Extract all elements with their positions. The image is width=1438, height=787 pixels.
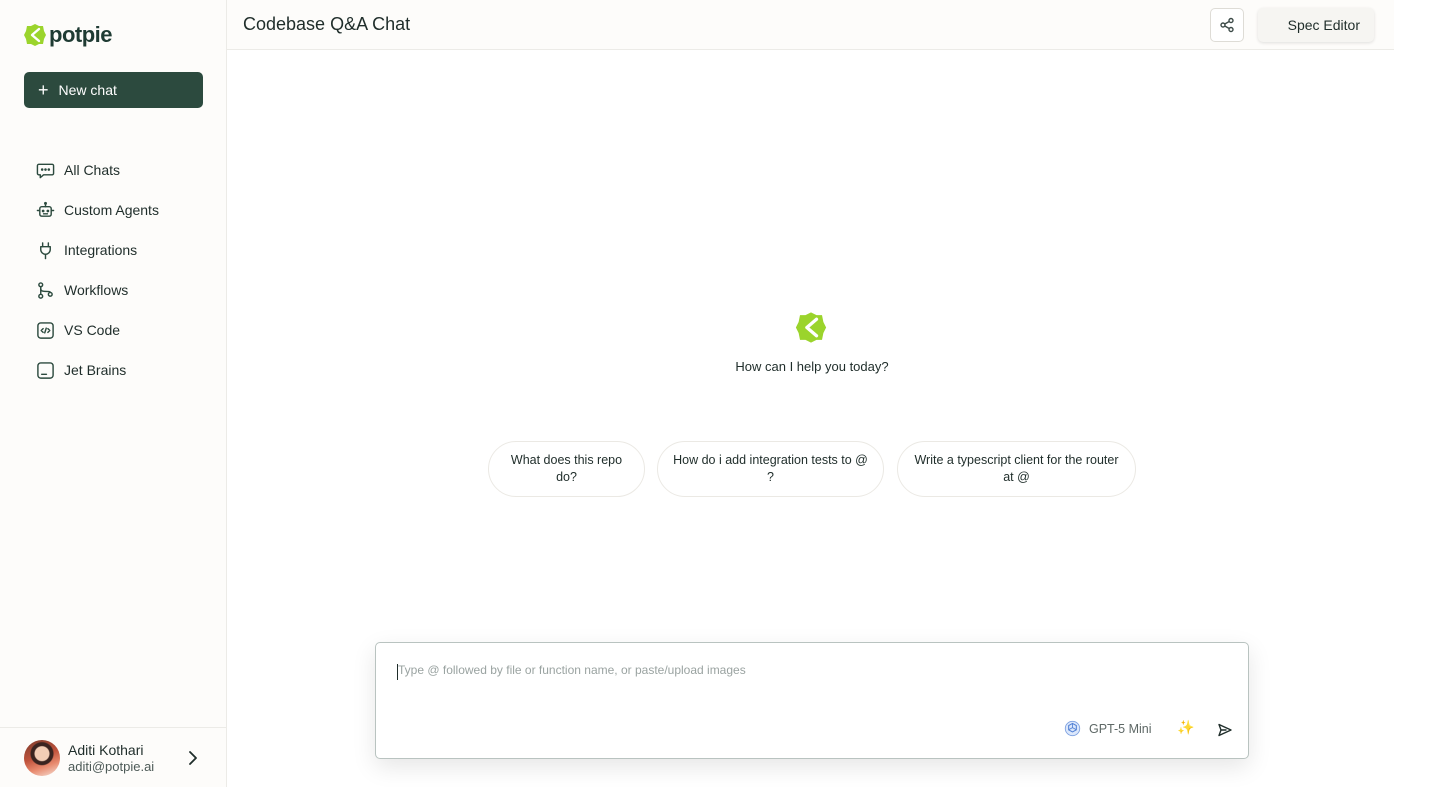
openai-icon [1064, 720, 1081, 737]
new-chat-label: New chat [58, 82, 117, 98]
user-name: Aditi Kothari [68, 741, 144, 758]
sidebar-item-label: VS Code [64, 322, 121, 338]
sidebar-item-label: Custom Agents [64, 202, 159, 218]
page-title: Codebase Q&A Chat [243, 14, 411, 34]
git-branch-icon [38, 281, 53, 299]
brand-name: potpie [49, 22, 113, 47]
sidebar-item-label: Workflows [64, 282, 129, 298]
new-chat-button[interactable]: + New chat [24, 72, 203, 108]
model-label: GPT-5 Mini [1089, 721, 1152, 736]
share-icon [1220, 17, 1234, 33]
plug-icon [40, 241, 51, 259]
chat-composer: GPT-5 Mini ✨ [375, 642, 1249, 759]
suggestion-chip[interactable]: How do i add integration tests to @ ? [657, 441, 884, 497]
sidebar-item-label: Jet Brains [64, 362, 127, 378]
message-square-icon [36, 163, 55, 178]
chat-input[interactable] [398, 663, 1218, 677]
jetbrains-icon [37, 361, 54, 379]
user-email: aditi@potpie.ai [68, 758, 155, 774]
sidebar: potpie + New chat All Chats Custom Agent… [0, 0, 227, 787]
user-profile[interactable]: Aditi Kothari aditi@potpie.ai [0, 727, 226, 787]
top-header: Codebase Q&A Chat Spec Editor [227, 0, 1394, 50]
chevron-right-icon[interactable] [186, 749, 200, 767]
sidebar-item-vs-code[interactable]: VS Code [36, 310, 159, 350]
sidebar-item-custom-agents[interactable]: Custom Agents [36, 190, 159, 230]
sparkle-icon[interactable]: ✨ [1177, 719, 1194, 736]
code-square-icon [37, 321, 54, 339]
greeting-text: How can I help you today? [735, 359, 889, 374]
potpie-logo-icon [795, 312, 827, 343]
model-selector[interactable]: GPT-5 Mini [1064, 720, 1152, 737]
share-button[interactable] [1210, 8, 1244, 42]
bot-icon [36, 201, 55, 217]
sidebar-item-jet-brains[interactable]: Jet Brains [36, 350, 159, 390]
potpie-logo-icon [24, 24, 46, 46]
plus-icon: + [38, 80, 49, 100]
sidebar-item-label: Integrations [64, 242, 138, 258]
sidebar-nav: All Chats Custom Agents Integrations Wor… [36, 150, 159, 390]
avatar [24, 739, 60, 776]
sidebar-item-integrations[interactable]: Integrations [36, 230, 159, 270]
suggestion-chip[interactable]: Write a typescript client for the router… [897, 441, 1136, 497]
suggestion-chip[interactable]: What does this repo do? [488, 441, 645, 497]
sidebar-item-label: All Chats [64, 162, 121, 178]
spec-editor-button[interactable]: Spec Editor [1258, 8, 1374, 42]
user-info: Aditi Kothari aditi@potpie.ai [68, 742, 154, 774]
sidebar-item-workflows[interactable]: Workflows [36, 270, 159, 310]
send-icon[interactable] [1217, 722, 1233, 738]
sidebar-item-all-chats[interactable]: All Chats [36, 150, 159, 190]
brand-logo[interactable]: potpie [24, 22, 113, 48]
